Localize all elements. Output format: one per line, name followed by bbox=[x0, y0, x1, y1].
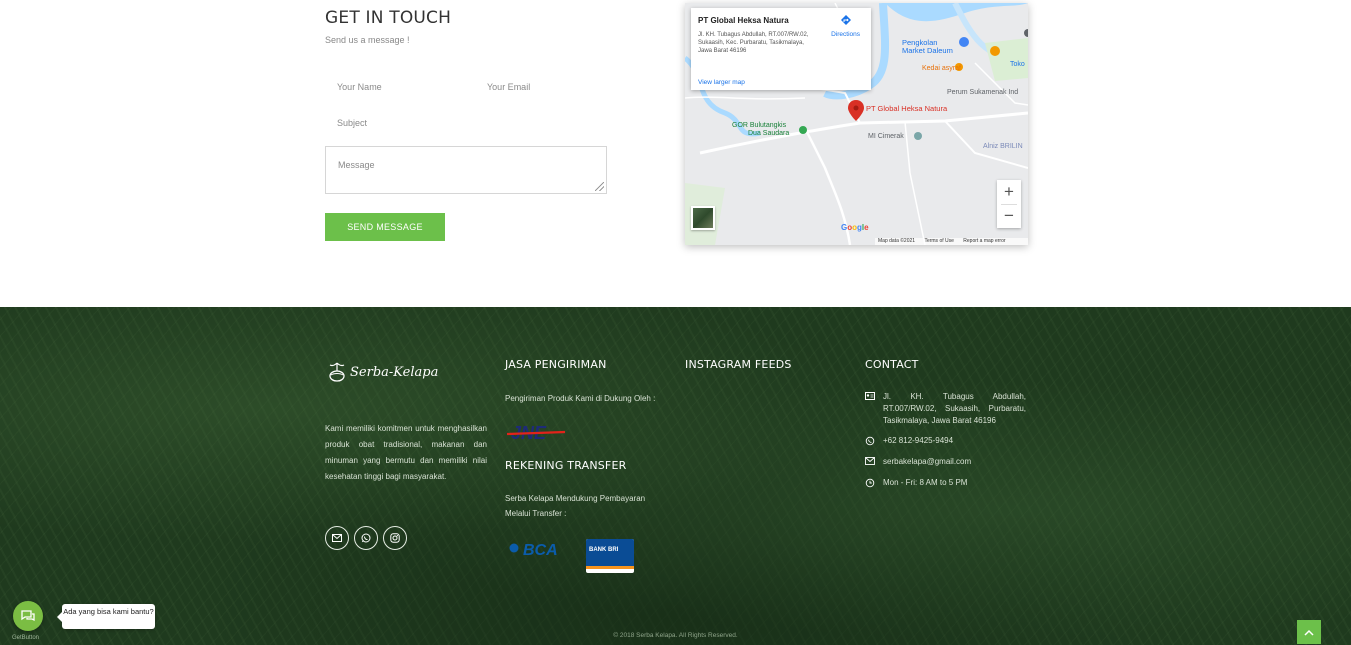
contact-column-title: CONTACT bbox=[865, 358, 919, 371]
send-message-button[interactable]: SEND MESSAGE bbox=[325, 213, 445, 241]
chat-widget-button[interactable] bbox=[13, 601, 43, 631]
footer: Serba-Kelapa Kami memiliki komitmen untu… bbox=[0, 307, 1351, 645]
instagram-icon bbox=[390, 533, 400, 543]
directions-label: Directions bbox=[831, 31, 860, 38]
map-label-market: Market Daleum bbox=[902, 46, 953, 55]
email-social-button[interactable] bbox=[325, 526, 349, 550]
contact-phone-text: +62 812-9425-9494 bbox=[883, 436, 954, 445]
shipping-title: JASA PENGIRIMAN bbox=[505, 358, 607, 371]
satellite-toggle[interactable] bbox=[691, 206, 715, 230]
envelope-icon bbox=[332, 534, 342, 542]
footer-logo[interactable]: Serba-Kelapa bbox=[328, 361, 438, 383]
contact-hours-text: Mon - Fri: 8 AM to 5 PM bbox=[883, 478, 968, 487]
google-map[interactable]: Pengkolan Market Daleum Kedai asyraf Tok… bbox=[685, 3, 1028, 245]
contact-email[interactable]: serbakelapa@gmail.com bbox=[865, 456, 1026, 468]
id-card-icon bbox=[865, 392, 875, 400]
google-logo: Google bbox=[841, 223, 869, 232]
map-label-mi: MI Cimerak bbox=[868, 133, 904, 140]
shipping-text: Pengiriman Produk Kami di Dukung Oleh : bbox=[505, 394, 656, 403]
social-links bbox=[325, 526, 407, 550]
message-placeholder: Message bbox=[338, 160, 375, 170]
report-map-error-link[interactable]: Report a map error bbox=[963, 238, 1005, 244]
message-textarea[interactable]: Message bbox=[325, 146, 607, 194]
zoom-in-button[interactable]: + bbox=[997, 180, 1021, 204]
place-address: Jl. KH. Tubagus Abdullah, RT.007/RW.02, … bbox=[698, 32, 809, 54]
map-label-gor: GOR Bulutangkis bbox=[732, 122, 787, 129]
contact-column: CONTACT Jl. KH. Tubagus Abdullah, RT.007… bbox=[865, 358, 1026, 489]
contact-email-text: serbakelapa@gmail.com bbox=[883, 457, 972, 466]
shipping-column: JASA PENGIRIMAN Pengiriman Produk Kami d… bbox=[505, 358, 670, 407]
logo-text: Serba-Kelapa bbox=[350, 364, 439, 380]
map-label-perum: Perum Sukamenak Ind bbox=[947, 89, 1019, 96]
chat-icon bbox=[21, 610, 35, 622]
chat-widget-label: GetButton bbox=[12, 635, 40, 641]
map-label-kedai: Kedai asyraf bbox=[922, 65, 961, 72]
back-to-top-button[interactable] bbox=[1297, 620, 1321, 644]
terms-link[interactable]: Terms of Use bbox=[924, 238, 953, 244]
contact-subtitle: Send us a message ! bbox=[325, 35, 410, 45]
bri-logo-text: BANK BRI bbox=[589, 547, 619, 553]
contact-form: GET IN TOUCH Send us a message ! Your Na… bbox=[325, 8, 615, 241]
map-label-alniz: Alniz BRILIN bbox=[983, 143, 1023, 150]
transfer-title: REKENING TRANSFER bbox=[505, 459, 627, 472]
contact-hours: Mon - Fri: 8 AM to 5 PM bbox=[865, 477, 1026, 489]
chat-bubble[interactable]: Ada yang bisa kami bantu? bbox=[57, 604, 155, 629]
map-label-toko: Toko bbox=[1010, 61, 1025, 68]
jne-logo: JNE bbox=[507, 423, 566, 443]
bca-logo-text: BCA bbox=[523, 542, 558, 559]
name-input[interactable]: Your Name bbox=[337, 82, 477, 92]
about-text: Kami memiliki komitmen untuk menghasilka… bbox=[325, 424, 487, 481]
instagram-column: INSTAGRAM FEEDS bbox=[685, 358, 835, 371]
instagram-social-button[interactable] bbox=[383, 526, 407, 550]
contact-address-text: Jl. KH. Tubagus Abdullah, RT.007/RW.02, … bbox=[883, 392, 1026, 425]
bri-logo: BANK BRI bbox=[586, 539, 634, 573]
footer-about: Kami memiliki komitmen untuk menghasilka… bbox=[325, 421, 487, 485]
transfer-text: Serba Kelapa Mendukung Pembayaran Melalu… bbox=[505, 494, 646, 518]
transfer-column: REKENING TRANSFER Serba Kelapa Mendukung… bbox=[505, 459, 670, 521]
contact-address: Jl. KH. Tubagus Abdullah, RT.007/RW.02, … bbox=[865, 391, 1026, 427]
map-info-card: PT Global Heksa Natura Jl. KH. Tubagus A… bbox=[691, 8, 871, 90]
map-pin-label[interactable]: PT Global Heksa Natura bbox=[866, 104, 947, 113]
whatsapp-small-icon bbox=[865, 436, 875, 446]
instagram-title: INSTAGRAM FEEDS bbox=[685, 358, 792, 371]
email-input[interactable]: Your Email bbox=[487, 82, 607, 92]
contact-title: GET IN TOUCH bbox=[325, 8, 452, 28]
bca-logo: BCA bbox=[509, 542, 558, 559]
map-label-gor-2: Dua Saudara bbox=[748, 130, 790, 137]
map-data-text: Map data ©2021 bbox=[878, 238, 916, 244]
zoom-out-button[interactable]: − bbox=[997, 204, 1021, 228]
whatsapp-icon bbox=[361, 533, 371, 543]
resize-handle-icon[interactable] bbox=[595, 182, 604, 191]
directions-button[interactable]: Directions bbox=[831, 14, 860, 38]
envelope-small-icon bbox=[865, 457, 875, 465]
chevron-up-icon bbox=[1304, 629, 1314, 636]
directions-icon bbox=[840, 15, 851, 25]
clock-icon bbox=[865, 478, 875, 488]
whatsapp-social-button[interactable] bbox=[354, 526, 378, 550]
map-attribution: Map data ©2021 Terms of Use Report a map… bbox=[875, 238, 1028, 245]
zoom-controls: + − bbox=[997, 180, 1021, 228]
copyright: © 2018 Serba Kelapa. All Rights Reserved… bbox=[613, 632, 738, 639]
contact-phone[interactable]: +62 812-9425-9494 bbox=[865, 435, 1026, 447]
view-larger-map-link[interactable]: View larger map bbox=[698, 79, 745, 86]
subject-input[interactable]: Subject bbox=[337, 118, 607, 128]
coconut-logo-icon bbox=[329, 362, 345, 382]
